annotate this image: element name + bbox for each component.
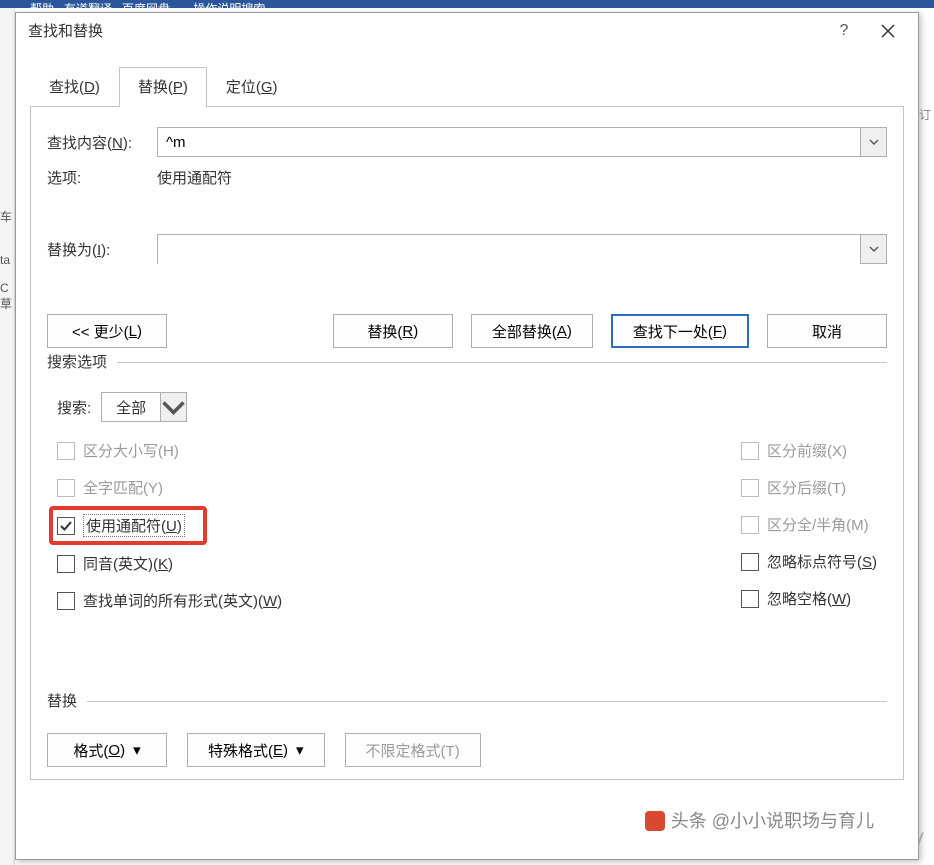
checkbox-box [741, 442, 759, 460]
checkbox-box [57, 555, 75, 573]
replace-section-buttons: 格式(O)▾ 特殊格式(E)▾ 不限定格式(T) [47, 733, 887, 767]
background-left-pane: 车taC草 [0, 8, 15, 865]
help-icon: ? [840, 22, 849, 40]
checkboxes-area: 区分大小写(H) 全字匹配(Y) 使用通配符(U) [47, 440, 887, 611]
chevron-down-icon [869, 137, 879, 147]
search-direction-value: 全部 [102, 393, 160, 421]
find-input[interactable] [158, 128, 860, 156]
find-options-value: 使用通配符 [157, 167, 232, 188]
match-suffix-checkbox: 区分后缀(T) [741, 477, 877, 498]
search-options-fieldset: 搜索选项 搜索: 全部 区分大小写(H) [47, 362, 887, 611]
checkbox-box [57, 442, 75, 460]
special-format-button[interactable]: 特殊格式(E)▾ [187, 733, 325, 767]
close-button[interactable] [866, 16, 910, 46]
tab-goto[interactable]: 定位(G) [207, 67, 297, 107]
find-label: 查找内容(N): [47, 132, 157, 153]
sounds-like-label: 同音(英文)(K) [83, 553, 173, 574]
close-icon [881, 24, 895, 38]
tab-replace[interactable]: 替换(P) [119, 67, 207, 107]
match-prefix-label: 区分前缀(X) [767, 440, 847, 461]
main-button-row: << 更少(L) 替换(R) 全部替换(A) 查找下一处(F) 取消 [47, 314, 887, 348]
replace-label: 替换为(I): [47, 239, 157, 260]
dialog-title: 查找和替换 [24, 20, 822, 41]
checks-left-column: 区分大小写(H) 全字匹配(Y) 使用通配符(U) [57, 440, 282, 611]
ignore-space-checkbox[interactable]: 忽略空格(W) [741, 588, 877, 609]
replace-all-button[interactable]: 全部替换(A) [471, 314, 593, 348]
use-wildcards-label: 使用通配符(U) [83, 514, 185, 537]
checkbox-box [57, 517, 75, 535]
caret-down-icon: ▾ [296, 741, 304, 759]
checkbox-box [741, 590, 759, 608]
replace-button[interactable]: 替换(R) [333, 314, 453, 348]
checkbox-box [57, 592, 75, 610]
sounds-like-checkbox[interactable]: 同音(英文)(K) [57, 553, 282, 574]
all-forms-label: 查找单词的所有形式(英文)(W) [83, 590, 282, 611]
match-case-checkbox: 区分大小写(H) [57, 440, 282, 461]
tab-find[interactable]: 查找(D) [30, 67, 119, 107]
ignore-punct-label: 忽略标点符号(S) [767, 551, 877, 572]
replace-row: 替换为(I): [47, 234, 887, 264]
find-row: 查找内容(N): [47, 127, 887, 157]
background-ribbon: 帮助 有道翻译 百度网盘 操作说明搜索 [0, 0, 934, 8]
full-half-width-checkbox: 区分全/半角(M) [741, 514, 877, 535]
replace-section-legend: 替换 [47, 690, 87, 711]
chevron-down-icon [869, 244, 879, 254]
dialog-titlebar: 查找和替换 ? [16, 13, 918, 49]
search-direction-row: 搜索: 全部 [57, 392, 887, 422]
wildcards-highlight-box: 使用通配符(U) [49, 506, 207, 545]
search-direction-label: 搜索: [57, 397, 91, 418]
find-combo[interactable] [157, 127, 887, 157]
replace-dropdown-button[interactable] [860, 235, 886, 263]
checkbox-box [741, 479, 759, 497]
search-options-legend: 搜索选项 [47, 351, 117, 372]
no-format-button: 不限定格式(T) [345, 733, 481, 767]
use-wildcards-checkbox[interactable]: 使用通配符(U) [57, 514, 185, 537]
all-forms-checkbox[interactable]: 查找单词的所有形式(英文)(W) [57, 590, 282, 611]
less-button[interactable]: << 更少(L) [47, 314, 167, 348]
dialog-body: 查找(D) 替换(P) 定位(G) 查找内容(N): 选项: 使用通配符 [16, 49, 918, 859]
caret-down-icon: ▾ [133, 741, 141, 759]
search-direction-select[interactable]: 全部 [101, 392, 187, 422]
whole-word-label: 全字匹配(Y) [83, 477, 163, 498]
checkbox-box [741, 553, 759, 571]
search-direction-dropdown-button[interactable] [160, 393, 186, 421]
whole-word-checkbox: 全字匹配(Y) [57, 477, 282, 498]
replace-combo[interactable] [157, 234, 887, 264]
checkbox-box [741, 516, 759, 534]
background-right-pane: 订 [919, 8, 934, 865]
match-case-label: 区分大小写(H) [83, 440, 179, 461]
checkbox-box [57, 479, 75, 497]
format-button[interactable]: 格式(O)▾ [47, 733, 167, 767]
match-prefix-checkbox: 区分前缀(X) [741, 440, 877, 461]
help-button[interactable]: ? [822, 16, 866, 46]
tab-strip: 查找(D) 替换(P) 定位(G) [30, 67, 904, 107]
full-half-width-label: 区分全/半角(M) [767, 514, 869, 535]
find-replace-dialog: 查找和替换 ? 查找(D) 替换(P) 定位(G) 查找内容(N): [15, 12, 919, 860]
match-suffix-label: 区分后缀(T) [767, 477, 846, 498]
chevron-down-icon [161, 395, 186, 420]
replace-section-fieldset: 替换 格式(O)▾ 特殊格式(E)▾ 不限定格式(T) [47, 701, 887, 767]
ignore-punct-checkbox[interactable]: 忽略标点符号(S) [741, 551, 877, 572]
find-next-button[interactable]: 查找下一处(F) [611, 314, 749, 348]
credit-text: 头条 @小小说职场与育儿 [645, 807, 874, 833]
replace-input[interactable] [158, 235, 860, 271]
cancel-button[interactable]: 取消 [767, 314, 887, 348]
form-area: 查找内容(N): 选项: 使用通配符 替换为(I): [30, 107, 904, 780]
ignore-space-label: 忽略空格(W) [767, 588, 851, 609]
checks-right-column: 区分前缀(X) 区分后缀(T) 区分全/半角(M) 忽略标点符号 [741, 440, 877, 611]
find-dropdown-button[interactable] [860, 128, 886, 156]
find-options-row: 选项: 使用通配符 [47, 167, 887, 188]
find-options-label: 选项: [47, 167, 157, 188]
